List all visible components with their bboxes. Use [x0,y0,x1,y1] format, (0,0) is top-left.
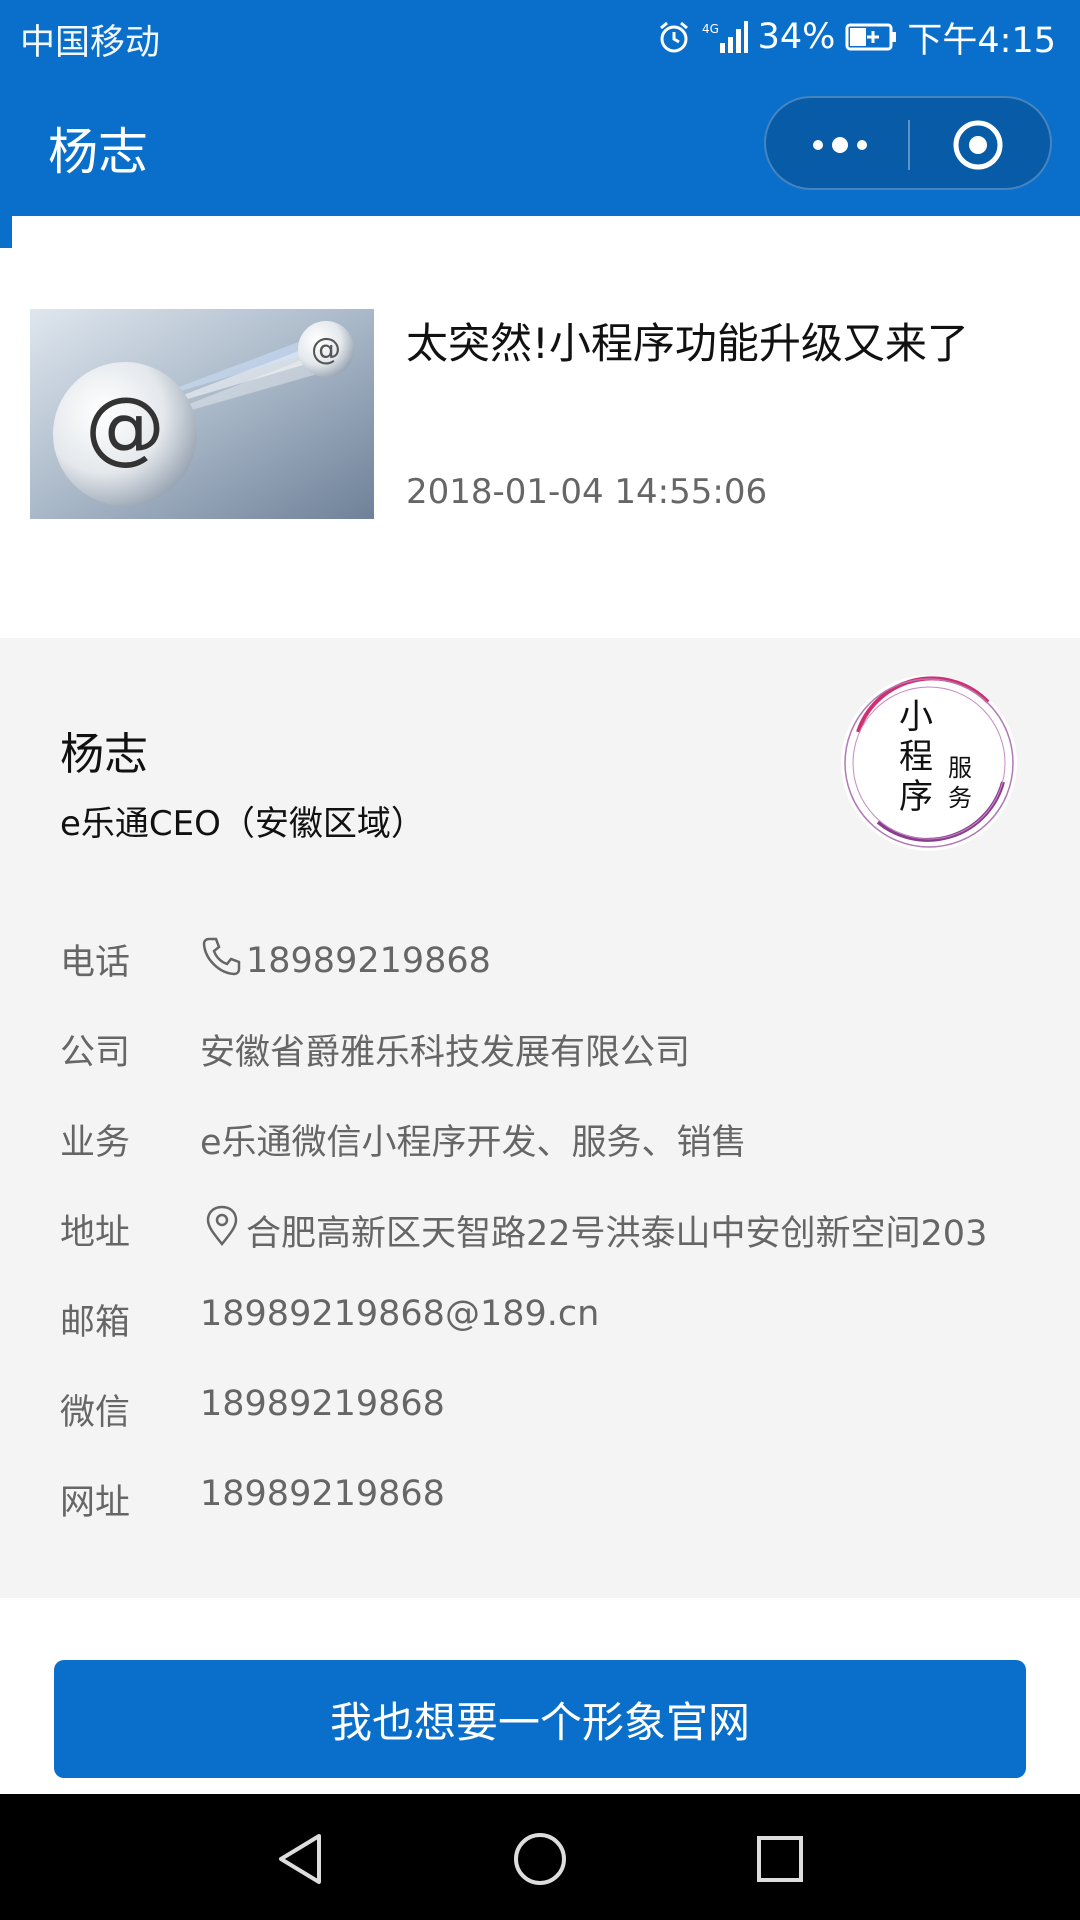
svg-text:@: @ [311,332,341,367]
info-value: e乐通微信小程序开发、服务、销售 [200,1123,747,1163]
news-title[interactable]: 太突然!小程序功能升级又来了 [406,310,969,371]
card-name: 杨志 [60,729,148,780]
clock: 下午4:15 [907,20,1056,61]
battery-percent: 34% [757,17,836,57]
info-label: 微信 [60,1393,131,1433]
back-icon[interactable] [265,1824,335,1894]
home-icon[interactable] [505,1824,575,1894]
location-pin-icon [200,1204,246,1257]
info-row-email[interactable]: 邮箱 18989219868@189.cn [60,1294,1040,1354]
news-thumbnail[interactable]: @ @ [30,309,374,519]
title-bar: 杨志 [0,74,1080,216]
card-role: e乐通CEO（安徽区域） [60,804,425,844]
carrier-name: 中国移动 [20,23,161,63]
svg-text:@: @ [85,380,165,473]
signal-icon: 4G [702,19,748,55]
page-title: 杨志 [48,123,148,181]
capsule-divider [908,120,910,170]
address-text: 合肥高新区天智路22号洪泰山中安创新空间203 [246,1214,988,1254]
info-label: 公司 [60,1033,131,1073]
badge-char-3: 序 [899,777,933,817]
mini-program-badge: 小 程 序 服 务 [838,672,1020,854]
menu-capsule [764,96,1052,190]
badge-char-1: 小 [899,697,933,737]
info-value[interactable]: 合肥高新区天智路22号洪泰山中安创新空间203 [200,1204,987,1257]
phone-number: 18989219868 [246,940,491,981]
info-value: 安徽省爵雅乐科技发展有限公司 [200,1033,691,1073]
news-date: 2018-01-04 14:55:06 [406,472,768,512]
svg-text:4G: 4G [702,22,719,36]
battery-icon [845,22,897,52]
more-icon[interactable] [800,124,880,166]
info-label: 业务 [60,1123,131,1163]
info-row-wechat: 微信 18989219868 [60,1384,1040,1444]
info-row-company: 公司 安徽省爵雅乐科技发展有限公司 [60,1024,1040,1084]
recents-icon[interactable] [745,1824,815,1894]
alarm-icon [656,19,692,55]
status-indicators: 4G 34% 下午4:15 [656,12,1056,62]
section-accent-bar [0,208,12,248]
info-row-address[interactable]: 地址 合肥高新区天智路22号洪泰山中安创新空间203 [60,1204,1040,1264]
info-value[interactable]: 18989219868 [200,934,491,987]
get-website-button[interactable]: 我也想要一个形象官网 [54,1660,1026,1778]
info-row-website[interactable]: 网址 18989219868 [60,1474,1040,1534]
info-label: 邮箱 [60,1303,131,1343]
navigation-bar [0,1794,1080,1920]
info-row-business: 业务 e乐通微信小程序开发、服务、销售 [60,1114,1040,1174]
phone-icon [200,934,246,987]
info-value[interactable]: 18989219868 [200,1474,445,1514]
badge-service-1: 服 [948,754,972,782]
section-header-peek [0,208,1080,248]
info-value: 18989219868 [200,1384,445,1424]
info-label: 网址 [60,1483,131,1523]
status-bar: 中国移动 4G 34% 下午4:15 [0,0,1080,74]
business-card: 杨志 e乐通CEO（安徽区域） 小 程 序 服 务 电话 18989219868… [0,638,1080,1598]
info-row-phone[interactable]: 电话 18989219868 [60,934,1040,994]
info-value[interactable]: 18989219868@189.cn [200,1294,599,1334]
badge-char-2: 程 [899,737,933,777]
badge-service-2: 务 [948,784,972,812]
close-icon[interactable] [938,118,1018,172]
info-label: 地址 [60,1213,131,1253]
info-label: 电话 [60,943,131,983]
